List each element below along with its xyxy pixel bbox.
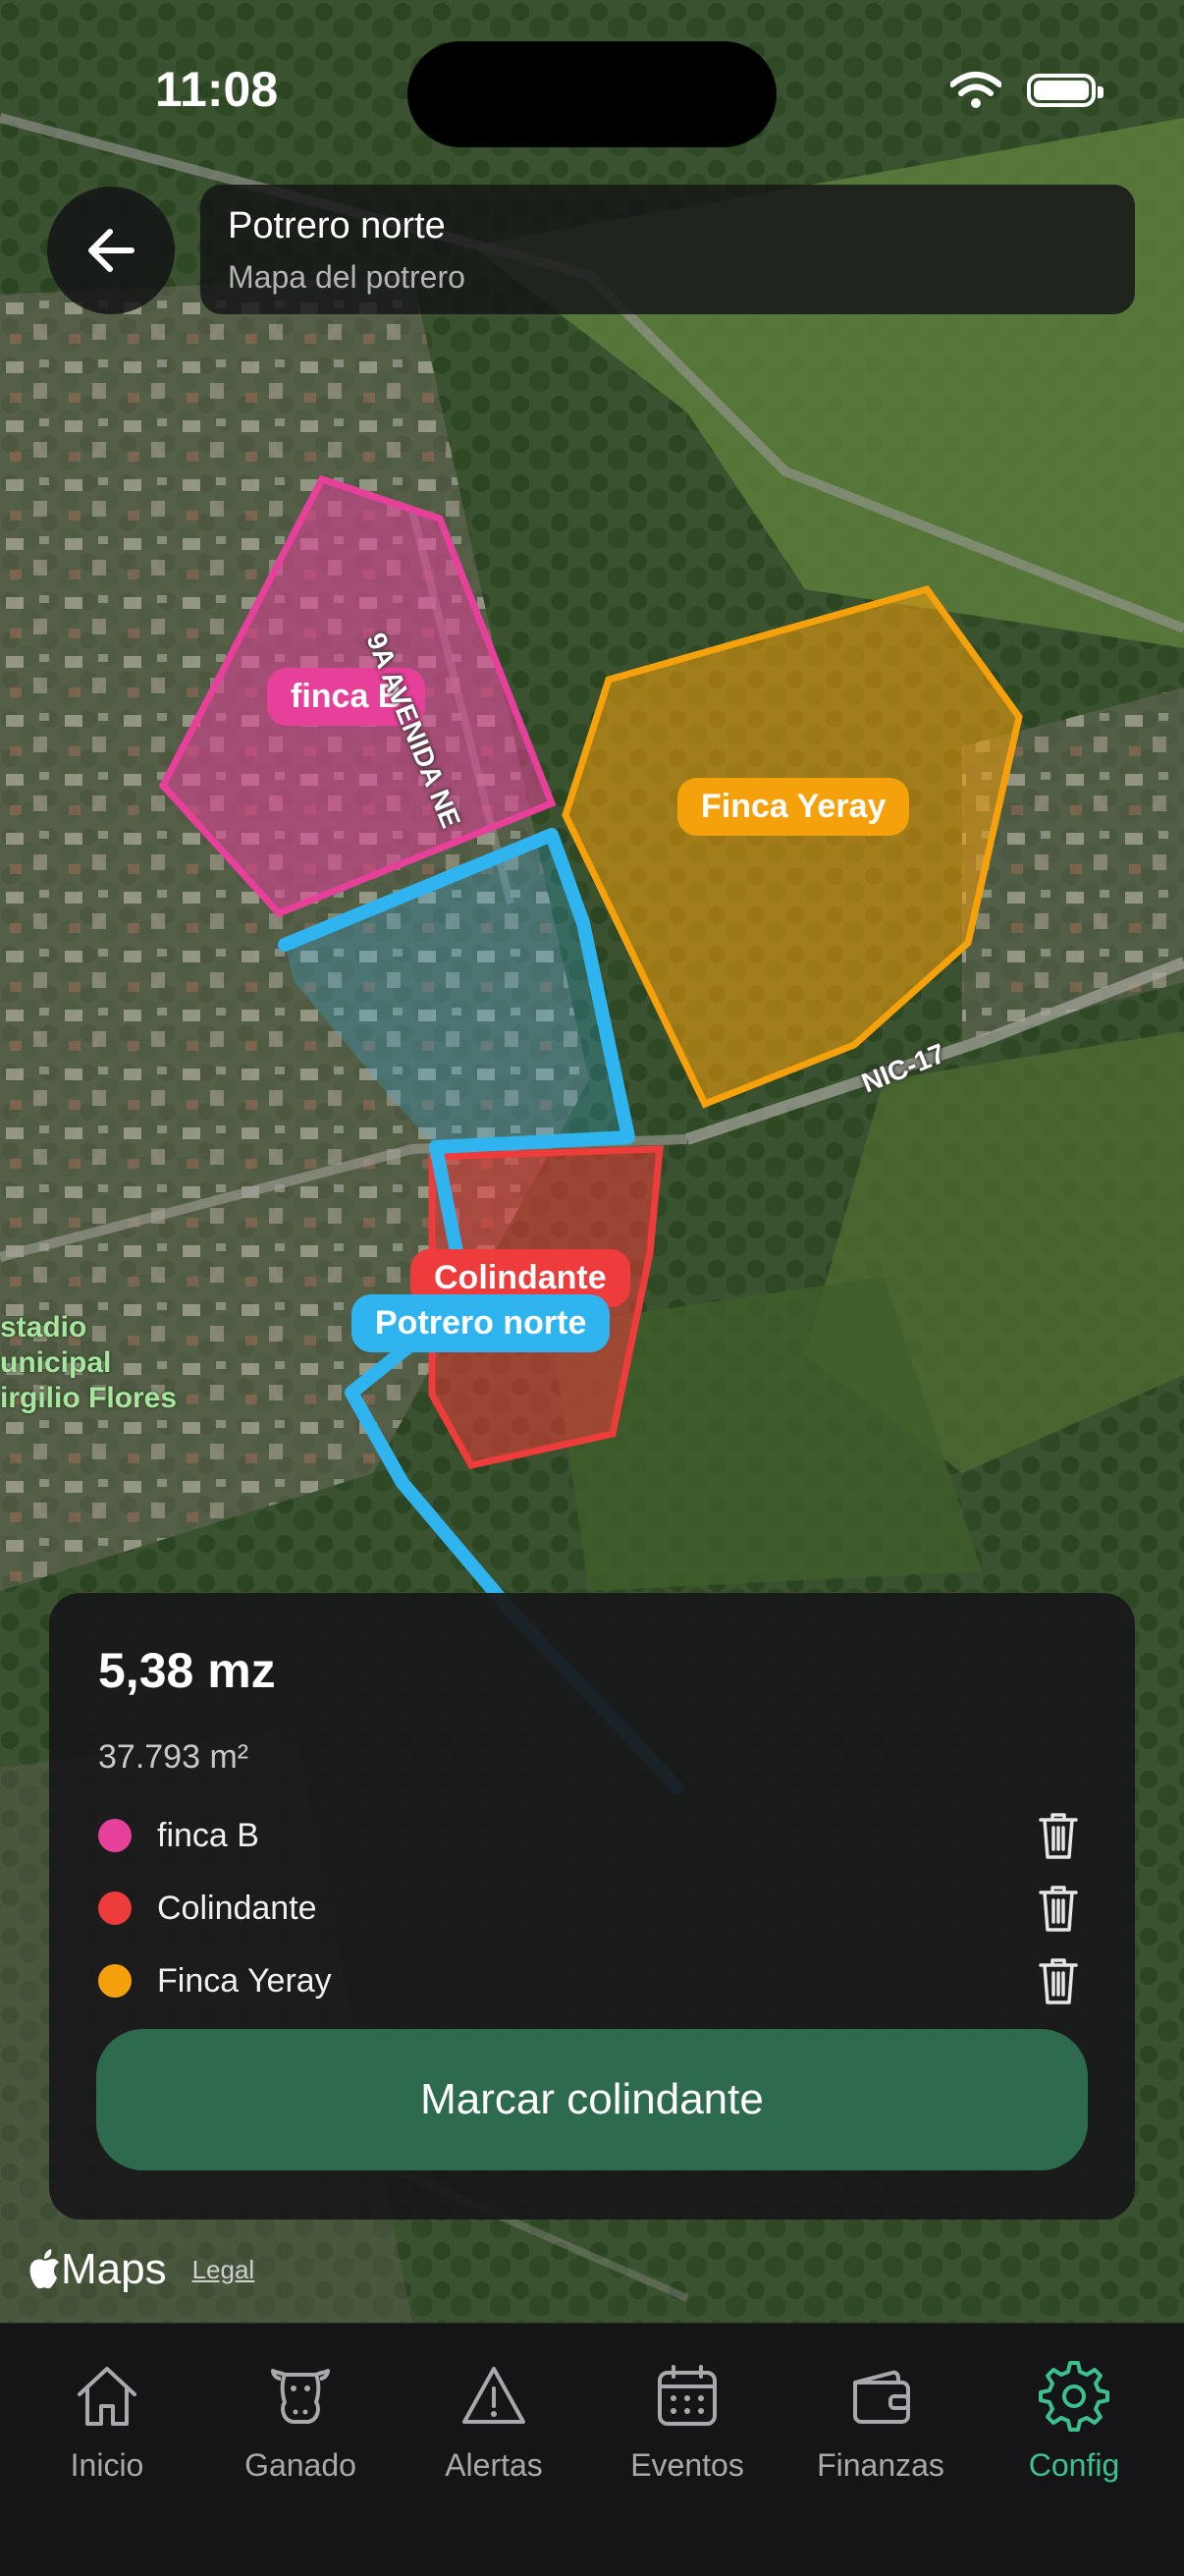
header-bar: Potrero norte Mapa del potrero (200, 185, 1135, 314)
color-dot (98, 1891, 132, 1925)
status-time: 11:08 (155, 62, 279, 117)
calendar-icon (658, 2365, 717, 2426)
trash-icon[interactable] (1037, 1810, 1080, 1861)
mark-adjacent-button[interactable]: Marcar colindante (96, 2029, 1088, 2170)
tab-config[interactable]: Config (986, 2357, 1162, 2484)
trash-icon[interactable] (1037, 1883, 1080, 1934)
warning-icon (462, 2367, 525, 2424)
back-button[interactable] (47, 187, 175, 314)
map-label-potrero-norte[interactable]: Potrero norte (351, 1294, 611, 1352)
status-icons (950, 71, 1103, 110)
color-dot (98, 1964, 132, 1998)
adjacent-list: finca B Colindante Finca Yeray (98, 1799, 1080, 2017)
tab-finanzas[interactable]: Finanzas (792, 2357, 969, 2484)
dynamic-island (407, 41, 777, 147)
wallet-icon (853, 2370, 910, 2424)
list-item-label: Colindante (157, 1889, 317, 1927)
house-icon (78, 2367, 136, 2426)
battery-icon (1027, 74, 1103, 107)
tab-label: Alertas (445, 2447, 543, 2483)
list-item: Colindante (98, 1872, 1080, 1945)
tab-eventos[interactable]: Eventos (599, 2357, 776, 2484)
cow-icon (271, 2369, 330, 2424)
tab-label: Eventos (630, 2447, 744, 2483)
page-title: Potrero norte (228, 205, 446, 247)
list-item: Finca Yeray (98, 1945, 1080, 2017)
maps-brand: Maps (61, 2245, 167, 2293)
map-label-finca-yeray[interactable]: Finca Yeray (677, 778, 910, 836)
tab-label: Finanzas (817, 2447, 944, 2483)
legal-link[interactable]: Legal (192, 2255, 255, 2285)
gear-icon (1039, 2361, 1109, 2432)
page-subtitle: Mapa del potrero (228, 259, 465, 295)
tab-label: Inicio (70, 2447, 144, 2483)
trash-icon[interactable] (1037, 1955, 1080, 2006)
tab-bar: Inicio Ganado Alertas Eventos Finanzas C… (0, 2323, 1184, 2576)
tab-ganado[interactable]: Ganado (212, 2357, 389, 2484)
maps-attribution: Maps Legal (27, 2245, 254, 2294)
tab-alertas[interactable]: Alertas (405, 2357, 582, 2484)
wifi-icon (950, 72, 1001, 108)
apple-logo-icon (29, 2249, 59, 2289)
tab-label: Config (1028, 2447, 1120, 2483)
area-info-panel: 5,38 mz 37.793 m² finca B Colindante Fin… (49, 1593, 1135, 2220)
tab-inicio[interactable]: Inicio (19, 2357, 195, 2484)
list-item-label: finca B (157, 1816, 259, 1854)
arrow-left-icon (88, 229, 135, 272)
area-m2: 37.793 m² (98, 1738, 249, 1776)
tab-label: Ganado (244, 2447, 356, 2483)
poi-label-stadium: stadio unicipal irgilio Flores (0, 1311, 178, 1414)
area-mz: 5,38 mz (98, 1643, 276, 1698)
list-item: finca B (98, 1799, 1080, 1872)
list-item-label: Finca Yeray (157, 1961, 332, 2000)
color-dot (98, 1819, 132, 1852)
